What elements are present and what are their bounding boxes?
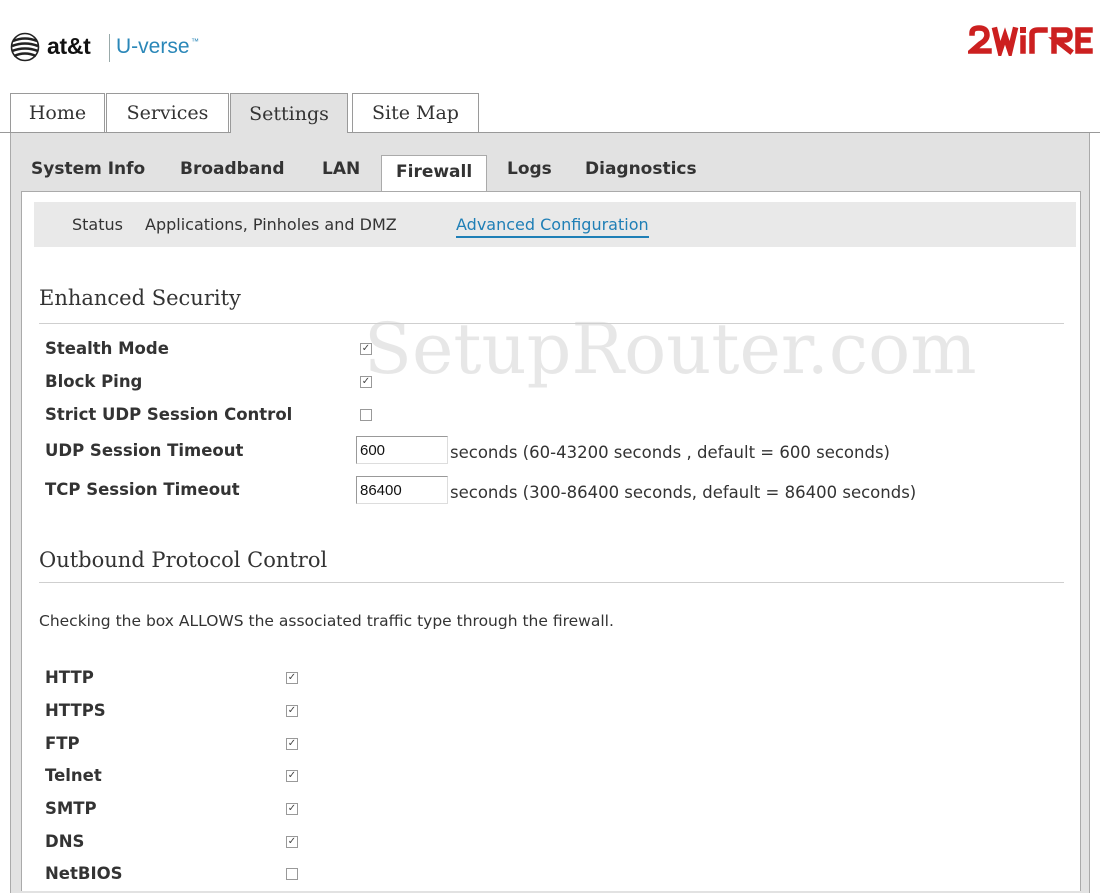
section-divider — [39, 582, 1064, 583]
firewall-content: Status Applications, Pinholes and DMZ Ad… — [21, 191, 1081, 891]
protocol-http-checkbox[interactable]: ✓ — [286, 672, 298, 684]
enhanced-security-title: Enhanced Security — [39, 286, 241, 310]
tab-settings[interactable]: Settings — [230, 93, 348, 133]
protocol-label: FTP — [45, 734, 80, 753]
brand-separator — [109, 34, 110, 62]
brand-att: at&t — [47, 33, 91, 59]
sub-tab-bar: System Info Broadband LAN Firewall Logs … — [11, 155, 1089, 195]
tab-home[interactable]: Home — [10, 93, 105, 132]
protocol-https-checkbox[interactable]: ✓ — [286, 705, 298, 717]
protocol-label: DNS — [45, 832, 85, 851]
subnav-status[interactable]: Status — [72, 215, 123, 234]
udp-timeout-label: UDP Session Timeout — [45, 441, 244, 460]
protocol-smtp-checkbox[interactable]: ✓ — [286, 803, 298, 815]
2wire-logo — [968, 25, 1093, 56]
firewall-subnav: Status Applications, Pinholes and DMZ Ad… — [34, 202, 1076, 247]
subtab-firewall[interactable]: Firewall — [381, 155, 488, 195]
outbound-protocol-title: Outbound Protocol Control — [39, 548, 328, 572]
att-globe-icon — [10, 32, 40, 62]
settings-panel: System Info Broadband LAN Firewall Logs … — [10, 133, 1090, 893]
protocol-label: Telnet — [45, 766, 102, 785]
subtab-system-info[interactable]: System Info — [31, 159, 145, 179]
protocol-label: HTTP — [45, 668, 94, 687]
subtab-lan[interactable]: LAN — [322, 159, 360, 179]
tab-site-map[interactable]: Site Map — [352, 93, 479, 132]
protocol-ftp-checkbox[interactable]: ✓ — [286, 738, 298, 750]
protocol-label: SMTP — [45, 799, 97, 818]
top-tab-bar: Home Services Settings Site Map — [0, 93, 1100, 133]
strict-udp-checkbox[interactable] — [360, 409, 372, 421]
tcp-timeout-hint: seconds (300-86400 seconds, default = 86… — [450, 483, 917, 502]
stealth-mode-label: Stealth Mode — [45, 339, 169, 358]
subtab-diagnostics[interactable]: Diagnostics — [585, 159, 697, 179]
section-divider — [39, 323, 1064, 324]
brand-trademark: ™ — [191, 37, 199, 46]
protocol-label: HTTPS — [45, 701, 106, 720]
strict-udp-label: Strict UDP Session Control — [45, 405, 293, 424]
watermark: SetupRouter.com — [364, 308, 977, 390]
subnav-applications[interactable]: Applications, Pinholes and DMZ — [145, 215, 397, 234]
brand-uverse: U-verse — [116, 35, 190, 58]
block-ping-checkbox[interactable]: ✓ — [360, 376, 372, 388]
page-header: at&t U-verse ™ — [0, 0, 1100, 92]
outbound-note: Checking the box ALLOWS the associated t… — [39, 612, 614, 630]
subnav-advanced-configuration[interactable]: Advanced Configuration — [456, 215, 649, 238]
udp-timeout-input[interactable] — [356, 436, 448, 464]
stealth-mode-checkbox[interactable]: ✓ — [360, 343, 372, 355]
tcp-timeout-input[interactable] — [356, 476, 448, 504]
tcp-timeout-label: TCP Session Timeout — [45, 480, 240, 499]
udp-timeout-hint: seconds (60-43200 seconds , default = 60… — [450, 443, 890, 462]
tab-services[interactable]: Services — [106, 93, 229, 132]
protocol-telnet-checkbox[interactable]: ✓ — [286, 770, 298, 782]
subtab-broadband[interactable]: Broadband — [180, 159, 285, 179]
subtab-logs[interactable]: Logs — [507, 159, 552, 179]
protocol-label: NetBIOS — [45, 864, 123, 883]
protocol-dns-checkbox[interactable]: ✓ — [286, 836, 298, 848]
block-ping-label: Block Ping — [45, 372, 143, 391]
protocol-netbios-checkbox[interactable] — [286, 868, 298, 880]
